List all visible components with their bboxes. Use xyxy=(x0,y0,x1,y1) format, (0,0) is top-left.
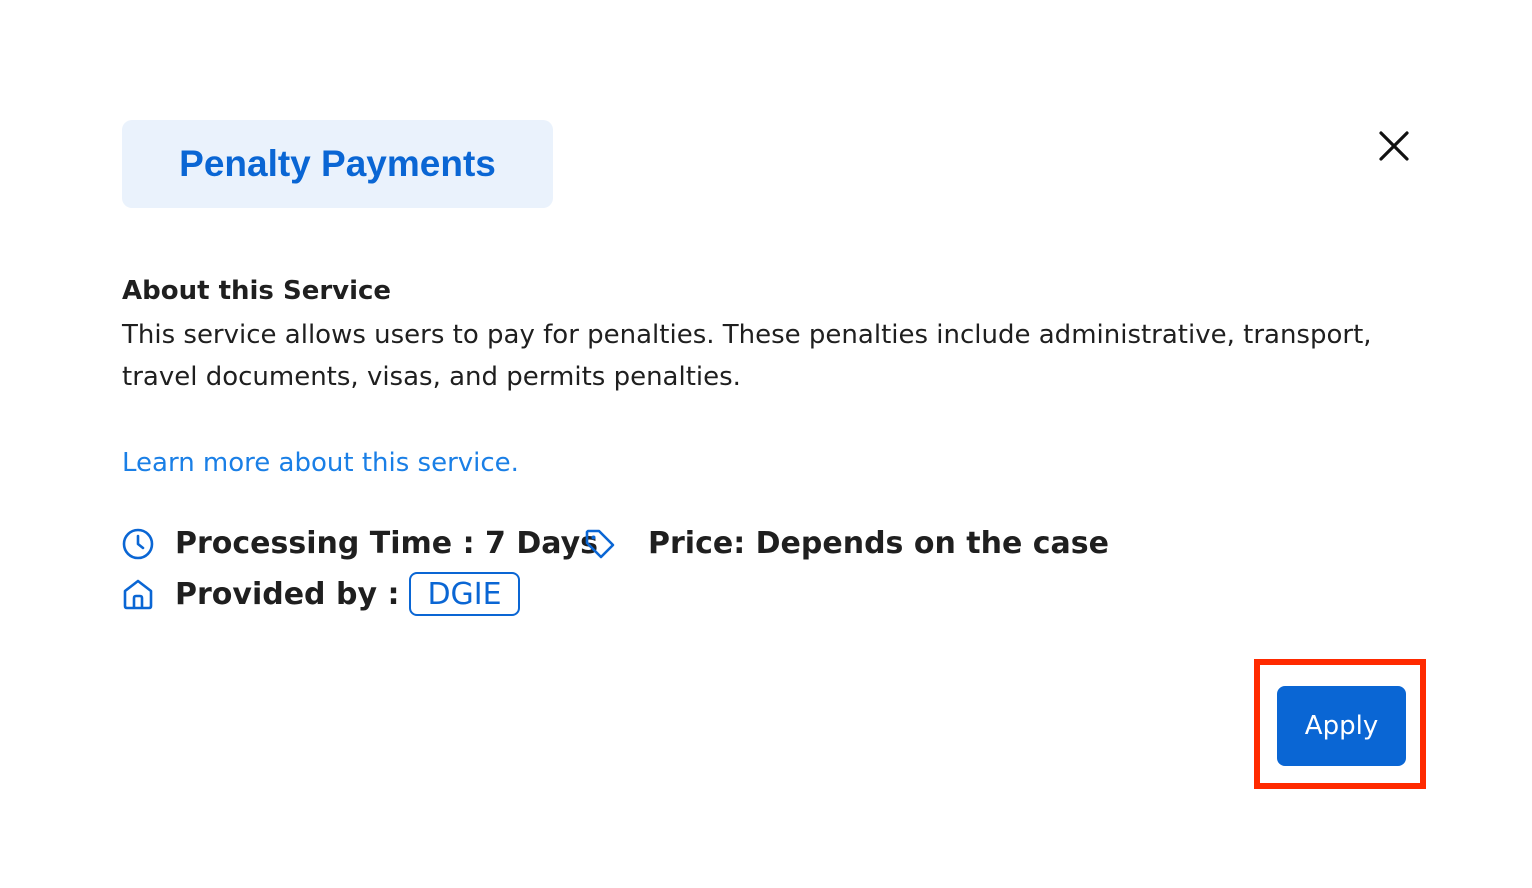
price: Price: Depends on the case xyxy=(583,526,1109,561)
home-icon xyxy=(121,577,155,611)
provider-badge[interactable]: DGIE xyxy=(409,572,520,616)
tag-icon xyxy=(583,527,617,561)
close-icon xyxy=(1379,131,1409,161)
about-heading: About this Service xyxy=(122,276,392,306)
about-description: This service allows users to pay for pen… xyxy=(122,320,1372,392)
processing-time-label: Processing Time : 7 Days xyxy=(175,526,598,561)
service-dialog: Penalty Payments About this Service This… xyxy=(0,0,1532,888)
title-chip: Penalty Payments xyxy=(122,120,553,208)
processing-time: Processing Time : 7 Days xyxy=(121,526,598,561)
clock-icon xyxy=(121,527,155,561)
provided-by: Provided by : DGIE xyxy=(121,572,520,616)
close-button[interactable] xyxy=(1372,124,1416,168)
provided-by-label: Provided by : xyxy=(175,576,400,612)
price-label: Price: Depends on the case xyxy=(648,526,1109,561)
apply-button[interactable]: Apply xyxy=(1277,686,1406,766)
learn-more-link[interactable]: Learn more about this service. xyxy=(122,448,519,478)
dialog-title: Penalty Payments xyxy=(179,143,496,184)
